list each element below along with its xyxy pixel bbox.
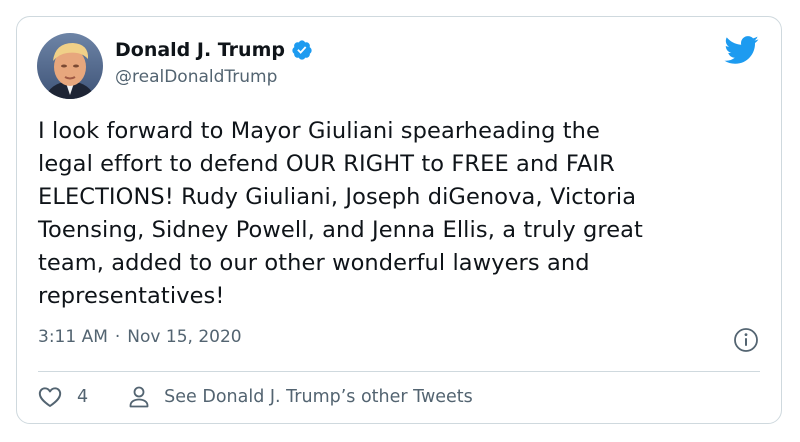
avatar-image [37,33,103,99]
meta-separator: · [114,327,121,347]
verified-badge-icon [292,40,312,60]
see-other-tweets-label: See Donald J. Trump’s other Tweets [164,387,473,407]
divider [38,371,760,372]
like-count: 4 [77,387,89,407]
author-row: Donald J. Trump [115,39,313,61]
like-button[interactable]: 4 [37,384,88,410]
tweet-text: I look forward to Mayor Giuliani spearhe… [38,118,643,309]
see-other-tweets-link[interactable]: See Donald J. Trump’s other Tweets [128,385,473,409]
tweet-timestamp[interactable]: 3:11 AM · Nov 15, 2020 [38,327,242,347]
heart-icon [38,387,62,407]
tweet-actions: 4 See Donald J. Trump’s other Tweets [37,384,473,410]
tweet-time[interactable]: 3:11 AM [38,327,108,347]
author-name[interactable]: Donald J. Trump [115,39,285,61]
person-icon [129,386,149,408]
twitter-bird-icon[interactable] [723,35,759,65]
info-icon[interactable] [733,327,759,353]
tweet-date[interactable]: Nov 15, 2020 [127,327,241,347]
author-handle[interactable]: @realDonaldTrump [115,67,277,87]
tweet-card: Donald J. Trump @realDonaldTrump I look … [16,16,782,424]
avatar[interactable] [37,33,103,99]
